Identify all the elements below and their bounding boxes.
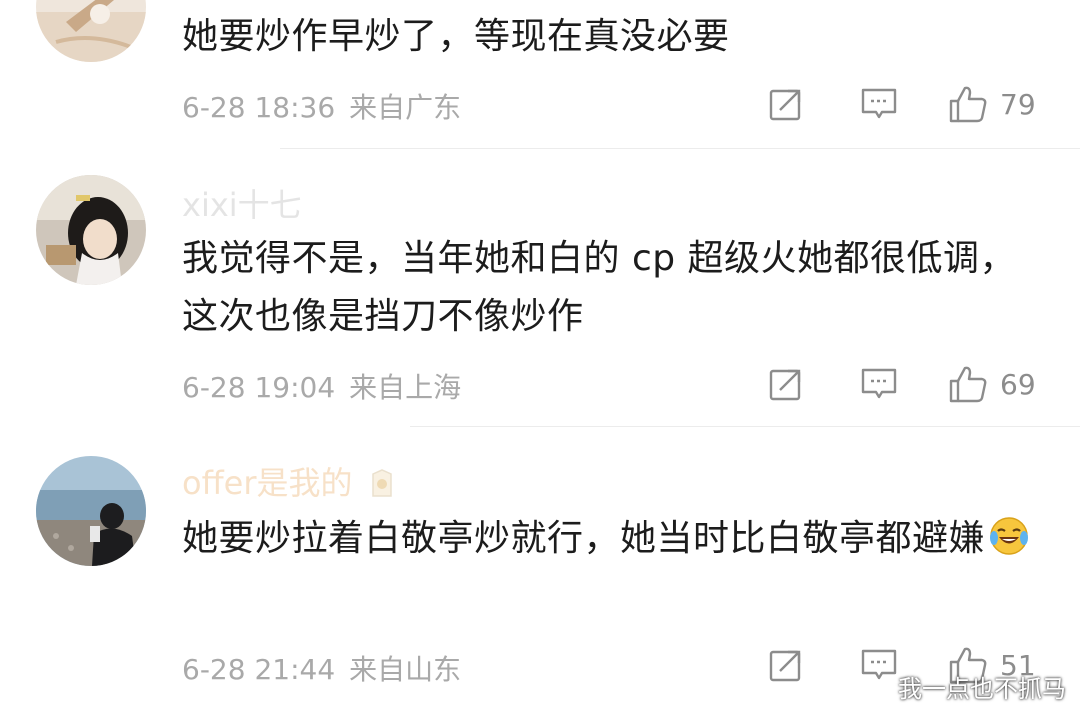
reply-button[interactable]: [860, 647, 898, 683]
like-count: 69: [1000, 367, 1036, 401]
comment-actions: 79: [768, 82, 1042, 126]
comment-text: 我觉得不是，当年她和白的 cp 超级火她都很低调，这次也像是挡刀不像炒作: [182, 238, 1017, 337]
comment-list: 她要炒作早炒了，等现在真没必要 6-28 18:36 来自广东 79 xixi十…: [0, 0, 1080, 714]
comment-icon: [861, 368, 897, 399]
like-button[interactable]: 79: [948, 84, 1042, 124]
watermark: 我一点也不抓马: [898, 675, 1066, 703]
comment-meta: 6-28 18:36 来自广东: [182, 86, 461, 126]
share-icon: [769, 369, 801, 401]
laughing-tears-emoji-icon: [990, 517, 1029, 555]
comment-location: 来自山东: [349, 653, 462, 686]
comment-icon: [861, 88, 897, 119]
comment-location: 来自广东: [349, 91, 462, 124]
comment-text: 她要炒拉着白敬亭炒就行，她当时比白敬亭都避嫌: [182, 510, 1042, 568]
username[interactable]: xixi十七: [182, 180, 302, 226]
thumbs-up-icon: [949, 366, 987, 403]
reply-button[interactable]: [860, 366, 898, 402]
comment-item: xixi十七 我觉得不是，当年她和白的 cp 超级火她都很低调，这次也像是挡刀不…: [0, 150, 1080, 428]
share-button[interactable]: [768, 366, 804, 402]
username[interactable]: offer是我的: [182, 458, 395, 504]
comment-date: 6-28 18:36: [182, 91, 336, 124]
like-count: 79: [1000, 87, 1036, 121]
share-icon: [769, 650, 801, 682]
comment-meta: 6-28 21:44 来自山东: [182, 648, 461, 688]
comment-icon: [861, 649, 897, 680]
avatar[interactable]: [36, 0, 146, 62]
comment-date: 6-28 19:04: [182, 371, 336, 404]
share-button[interactable]: [768, 86, 804, 122]
username-text: offer是我的: [182, 464, 353, 502]
comment-location: 来自上海: [349, 371, 462, 404]
share-icon: [769, 89, 801, 121]
share-button[interactable]: [768, 647, 804, 683]
comment-date: 6-28 21:44: [182, 653, 336, 686]
divider: [280, 148, 1080, 149]
avatar[interactable]: [36, 456, 146, 566]
reply-button[interactable]: [860, 86, 898, 122]
comment-actions: 69: [768, 362, 1042, 406]
avatar[interactable]: [36, 175, 146, 285]
like-button[interactable]: 69: [948, 364, 1042, 404]
comment-meta: 6-28 19:04 来自上海: [182, 366, 461, 406]
comment-item: 她要炒作早炒了，等现在真没必要 6-28 18:36 来自广东 79: [0, 0, 1080, 150]
divider: [410, 426, 1080, 427]
badge-icon: [371, 469, 392, 497]
thumbs-up-icon: [949, 86, 987, 123]
comment-text-content: 她要炒拉着白敬亭炒就行，她当时比白敬亭都避嫌: [182, 518, 986, 559]
comment-text: 她要炒作早炒了，等现在真没必要: [182, 16, 730, 57]
